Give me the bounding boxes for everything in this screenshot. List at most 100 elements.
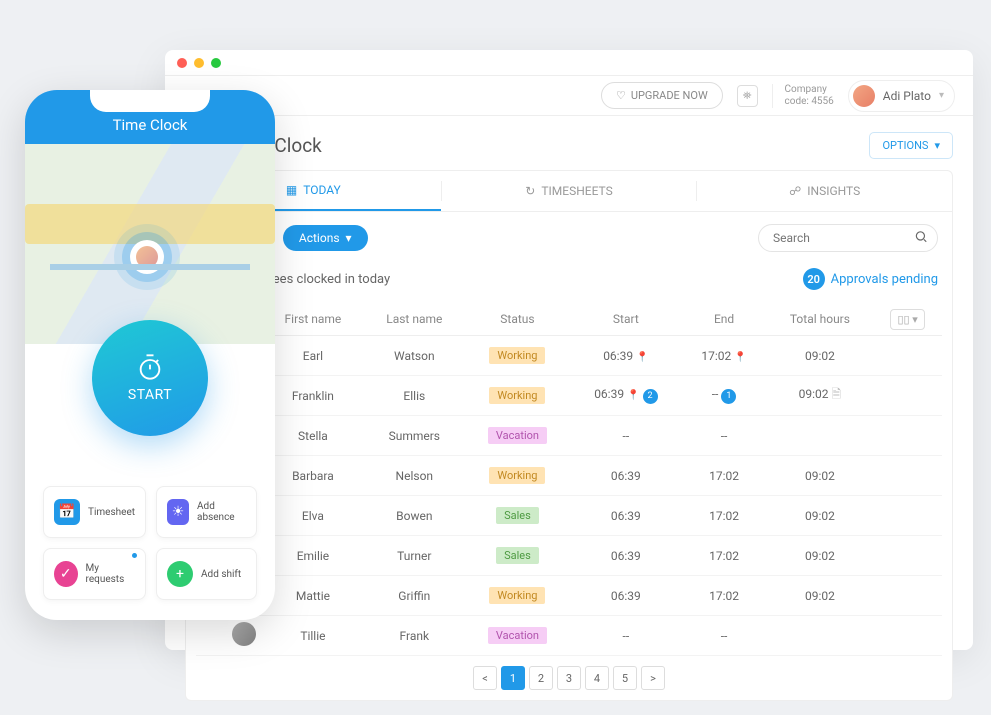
company-code: code: 4556 (785, 96, 834, 108)
column-header[interactable]: Last name (364, 302, 465, 336)
note-badge[interactable]: 2 (643, 389, 658, 404)
user-location-pin[interactable] (130, 240, 164, 274)
cell-total: 09:02 🗎 (767, 376, 874, 416)
column-header[interactable]: Start (570, 302, 682, 336)
status-badge: Working (489, 587, 545, 604)
cell-end: -- (682, 416, 767, 456)
tile-label: Timesheet (88, 507, 135, 518)
cell-end: 17:02 (682, 456, 767, 496)
cell-total: 09:02 (767, 336, 874, 376)
page-button[interactable]: 5 (613, 666, 637, 690)
cell-first: Barbara (262, 456, 364, 496)
cell-last: Nelson (364, 456, 465, 496)
minimize-dot[interactable] (194, 58, 204, 68)
tab-timesheets[interactable]: ↻ TIMESHEETS (442, 171, 697, 211)
options-label: OPTIONS (882, 139, 928, 152)
cell-end: -- (682, 616, 767, 656)
page-button[interactable]: 2 (529, 666, 553, 690)
cell-first: Stella (262, 416, 364, 456)
cell-first: Franklin (262, 376, 364, 416)
help-icon[interactable]: ⛯ (737, 85, 758, 107)
window-controls (165, 50, 973, 76)
close-dot[interactable] (177, 58, 187, 68)
chevron-down-icon: ▾ (939, 90, 944, 101)
table-row[interactable]: TillieFrankVacation---- (196, 616, 942, 656)
cell-total (767, 616, 874, 656)
cell-first: Emilie (262, 536, 364, 576)
cell-first: Mattie (262, 576, 364, 616)
tab-label: INSIGHTS (807, 184, 860, 198)
cell-first: Tillie (262, 616, 364, 656)
company-info: Company code: 4556 (772, 84, 834, 108)
cell-total (767, 416, 874, 456)
table-row[interactable]: StellaSummersVacation---- (196, 416, 942, 456)
history-icon: ↻ (525, 184, 535, 198)
upgrade-button[interactable]: ♡ UPGRADE NOW (601, 82, 723, 109)
maximize-dot[interactable] (211, 58, 221, 68)
table-row[interactable]: ElvaBowenSales06:3917:0209:02 (196, 496, 942, 536)
cell-total: 09:02 (767, 456, 874, 496)
column-toggle[interactable]: ▯▯ ▾ (890, 309, 924, 330)
cell-last: Griffin (364, 576, 465, 616)
column-header[interactable]: Status (465, 302, 570, 336)
cell-start: -- (570, 416, 682, 456)
table-row[interactable]: MattieGriffinWorking06:3917:0209:02 (196, 576, 942, 616)
status-badge: Vacation (488, 627, 547, 644)
chart-icon: ☍ (789, 184, 801, 198)
start-button[interactable]: START (92, 320, 208, 436)
status-badge: Working (489, 467, 545, 484)
table-row[interactable]: BarbaraNelson Working 06:3917:0209:02 (196, 456, 942, 496)
tile-label: My requests (86, 563, 135, 585)
page-button[interactable]: 4 (585, 666, 609, 690)
pagination: <12345> (186, 656, 952, 700)
tab-label: TIMESHEETS (541, 184, 612, 198)
note-badge[interactable]: 1 (721, 389, 736, 404)
employee-avatar (232, 622, 256, 646)
page-button[interactable]: > (641, 666, 665, 690)
search-icon (914, 229, 928, 248)
cell-start: 06:39 (570, 536, 682, 576)
cell-end: 17:02 (682, 496, 767, 536)
cell-last: Ellis (364, 376, 465, 416)
tile-icon: + (167, 561, 193, 587)
table-row[interactable]: FranklinEllisWorking06:39 📍2--109:02 🗎 (196, 376, 942, 416)
tabs: ▦ TODAY ↻ TIMESHEETS ☍ INSIGHTS (186, 171, 952, 212)
note-icon: 🗎 (832, 387, 842, 401)
tile-timesheet[interactable]: 📅Timesheet (43, 486, 146, 538)
cell-start: 06:39 (570, 456, 682, 496)
cell-total: 09:02 (767, 536, 874, 576)
user-menu[interactable]: Adi Plato ▾ (848, 80, 955, 112)
browser-window: am ♡ UPGRADE NOW ⛯ Company code: 4556 Ad… (165, 50, 973, 650)
phone-title: Time Clock (113, 116, 188, 134)
map-view[interactable] (25, 144, 275, 344)
chevron-down-icon: ▾ (934, 139, 940, 152)
phone-mockup: Time Clock START 📅Timesheet☀Add absence✓… (25, 90, 275, 620)
cell-total: 09:02 (767, 496, 874, 536)
topbar: am ♡ UPGRADE NOW ⛯ Company code: 4556 Ad… (165, 76, 973, 116)
tile-icon: ☀ (167, 499, 189, 525)
table-row[interactable]: EmilieTurnerSales06:3917:0209:02 (196, 536, 942, 576)
calendar-icon: ▦ (286, 183, 297, 197)
actions-button[interactable]: Actions ▾ (283, 225, 368, 251)
column-header[interactable]: First name (262, 302, 364, 336)
column-header[interactable]: End (682, 302, 767, 336)
cell-first: Elva (262, 496, 364, 536)
page-button[interactable]: < (473, 666, 497, 690)
tile-add-absence[interactable]: ☀Add absence (156, 486, 257, 538)
approvals-link[interactable]: 20 Approvals pending (803, 268, 938, 290)
employee-table: First nameLast nameStatusStartEndTotal h… (196, 302, 942, 656)
location-pin-icon: 📍 (636, 352, 648, 363)
column-header[interactable]: Total hours (767, 302, 874, 336)
search-input[interactable] (758, 224, 938, 252)
page-button[interactable]: 3 (557, 666, 581, 690)
page-button[interactable]: 1 (501, 666, 525, 690)
options-button[interactable]: OPTIONS ▾ (869, 132, 953, 159)
tab-insights[interactable]: ☍ INSIGHTS (697, 171, 952, 211)
tile-my-requests[interactable]: ✓My requests (43, 548, 146, 600)
tile-add-shift[interactable]: +Add shift (156, 548, 257, 600)
avatar (853, 85, 875, 107)
status-badge: Working (489, 347, 545, 364)
cell-last: Turner (364, 536, 465, 576)
table-row[interactable]: EarlWatsonWorking06:39 📍17:02 📍09:02 (196, 336, 942, 376)
start-label: START (128, 387, 172, 403)
